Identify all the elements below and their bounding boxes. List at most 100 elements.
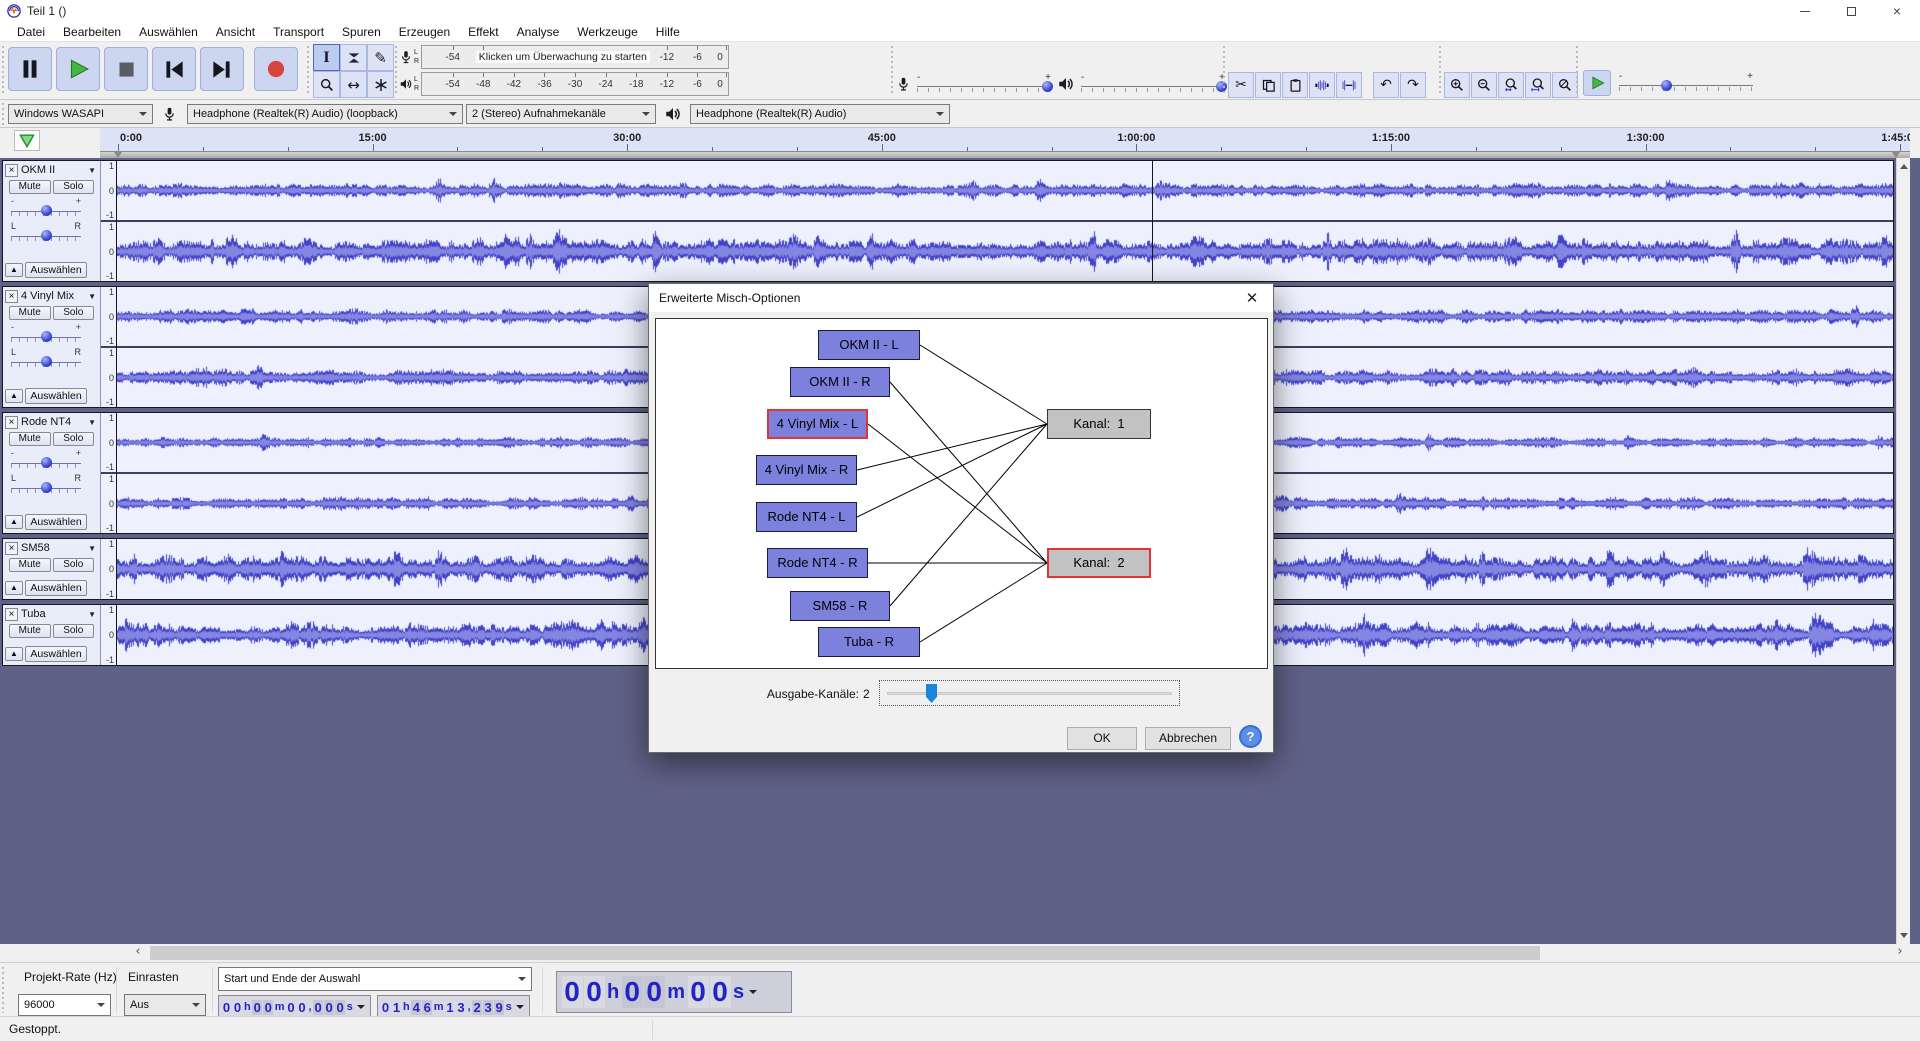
dialog-close-icon[interactable]: ✕ [1231, 289, 1273, 307]
timeline-ruler[interactable]: 0:0015:0030:0045:001:00:001:15:001:30:00… [100, 128, 1910, 151]
record-button[interactable] [254, 47, 298, 91]
playback-speed-thumb[interactable] [1661, 80, 1672, 91]
cancel-button[interactable]: Abbrechen [1145, 727, 1231, 750]
envelope-tool-button[interactable] [340, 44, 367, 71]
solo-button[interactable]: Solo [53, 306, 95, 320]
pan-slider[interactable]: LR [11, 221, 81, 245]
mix-output-kanal-2[interactable]: Kanal: 2 [1047, 548, 1151, 578]
maximize-button[interactable] [1828, 0, 1874, 22]
scroll-up-arrow[interactable] [1900, 164, 1908, 169]
mix-source-tuba-r[interactable]: Tuba - R [818, 627, 920, 657]
pause-button[interactable] [8, 47, 52, 91]
track-title[interactable]: OKM II [21, 164, 88, 176]
mix-source-rode-nt4-r[interactable]: Rode NT4 - R [767, 548, 868, 578]
menu-werkzeuge[interactable]: Werkzeuge [568, 23, 646, 41]
mixing-graph-canvas[interactable]: OKM II - LOKM II - R4 Vinyl Mix - L4 Vin… [655, 318, 1268, 669]
stop-button[interactable] [104, 47, 148, 91]
scroll-right-arrow[interactable]: › [1892, 944, 1908, 962]
audio-host-select[interactable]: Windows WASAPI [8, 104, 153, 124]
track-menu-icon[interactable]: ▼ [88, 544, 98, 553]
monitoring-hint[interactable]: Klicken um Überwachung zu starten [476, 51, 650, 63]
audio-position-field[interactable]: 00h00m00s [556, 971, 792, 1013]
copy-button[interactable] [1255, 72, 1281, 98]
chevron-down-icon[interactable] [357, 1005, 365, 1009]
track-title[interactable]: Rode NT4 [21, 416, 88, 428]
pan-slider-thumb[interactable] [41, 482, 52, 493]
recording-device-select[interactable]: Headphone (Realtek(R) Audio) (loopback) [187, 104, 463, 124]
track-title[interactable]: Tuba [21, 608, 88, 620]
toolbar-gripper[interactable] [890, 46, 895, 94]
select-track-button[interactable]: Auswählen [25, 262, 87, 278]
horizontal-scrollbar[interactable]: ‹ › [0, 944, 1920, 962]
gain-slider[interactable]: -+ [11, 448, 81, 472]
pan-slider-thumb[interactable] [41, 356, 52, 367]
undo-button[interactable]: ↶ [1373, 72, 1399, 98]
mute-button[interactable]: Mute [9, 432, 51, 446]
toolbar-gripper[interactable] [1, 103, 6, 125]
selection-tool-button[interactable]: I [313, 44, 340, 71]
collapse-track-button[interactable]: ▲ [5, 581, 23, 595]
select-track-button[interactable]: Auswählen [25, 388, 87, 404]
selection-mode-select[interactable]: Start und Ende der Auswahl [218, 967, 532, 991]
multi-tool-button[interactable] [367, 71, 394, 98]
snap-select[interactable]: Aus [124, 994, 206, 1016]
solo-button[interactable]: Solo [53, 432, 95, 446]
waveform-lane[interactable] [117, 161, 1893, 220]
recording-channels-select[interactable]: 2 (Stereo) Aufnahmekanäle [466, 104, 656, 124]
collapse-track-button[interactable]: ▲ [5, 389, 23, 403]
output-channels-slider-thumb[interactable] [926, 684, 937, 703]
gain-slider[interactable]: -+ [11, 322, 81, 346]
recording-volume-thumb[interactable] [1042, 81, 1053, 92]
gain-slider-thumb[interactable] [41, 457, 52, 468]
mute-button[interactable]: Mute [9, 306, 51, 320]
menu-effekt[interactable]: Effekt [459, 23, 507, 41]
pan-slider-thumb[interactable] [41, 230, 52, 241]
play-at-speed-button[interactable] [1583, 70, 1611, 96]
select-track-button[interactable]: Auswählen [25, 514, 87, 530]
dialog-title-bar[interactable]: Erweiterte Misch-Optionen ✕ [649, 284, 1273, 312]
ok-button[interactable]: OK [1067, 727, 1137, 750]
menu-hilfe[interactable]: Hilfe [647, 23, 689, 41]
mute-button[interactable]: Mute [9, 624, 51, 638]
collapse-track-button[interactable]: ▲ [5, 647, 23, 661]
timeline-options-button[interactable] [14, 130, 40, 151]
toolbar-gripper[interactable] [306, 46, 311, 94]
track-menu-icon[interactable]: ▼ [88, 292, 98, 301]
collapse-track-button[interactable]: ▲ [5, 515, 23, 529]
toolbar-gripper[interactable] [1575, 46, 1580, 94]
playback-device-select[interactable]: Headphone (Realtek(R) Audio) [690, 104, 950, 124]
loop-region-strip[interactable] [100, 151, 1910, 158]
timeshift-tool-button[interactable]: ↔ [340, 71, 367, 98]
playback-speed-slider[interactable]: -+ [1617, 71, 1755, 95]
cut-button[interactable]: ✂ [1228, 72, 1254, 98]
close-button[interactable]: × [1874, 0, 1920, 22]
mix-source-4-vinyl-mix-r[interactable]: 4 Vinyl Mix - R [756, 455, 857, 485]
mix-output-kanal-1[interactable]: Kanal: 1 [1047, 409, 1151, 439]
scroll-left-arrow[interactable]: ‹ [130, 944, 146, 962]
select-track-button[interactable]: Auswählen [25, 580, 87, 596]
select-track-button[interactable]: Auswählen [25, 646, 87, 662]
zoom-out-button[interactable] [1471, 72, 1497, 98]
solo-button[interactable]: Solo [53, 180, 95, 194]
track-close-button[interactable]: × [5, 416, 18, 429]
vertical-scrollbar[interactable] [1896, 158, 1910, 944]
help-button[interactable]: ? [1239, 725, 1262, 748]
play-button[interactable] [56, 47, 100, 91]
gain-slider[interactable]: -+ [11, 196, 81, 220]
minimize-button[interactable] [1782, 0, 1828, 22]
track-menu-icon[interactable]: ▼ [88, 166, 98, 175]
fit-project-button[interactable] [1525, 72, 1551, 98]
gain-slider-thumb[interactable] [41, 331, 52, 342]
menu-ansicht[interactable]: Ansicht [207, 23, 264, 41]
project-rate-select[interactable]: 96000 [18, 994, 111, 1016]
track-close-button[interactable]: × [5, 164, 18, 177]
mix-source-4-vinyl-mix-l[interactable]: 4 Vinyl Mix - L [767, 409, 868, 439]
gain-slider-thumb[interactable] [41, 205, 52, 216]
paste-button[interactable] [1282, 72, 1308, 98]
solo-button[interactable]: Solo [53, 624, 95, 638]
mix-source-rode-nt4-l[interactable]: Rode NT4 - L [756, 502, 857, 532]
menu-datei[interactable]: Datei [8, 23, 54, 41]
track-close-button[interactable]: × [5, 290, 18, 303]
track-title[interactable]: 4 Vinyl Mix [21, 290, 88, 302]
playback-meter[interactable]: LR -54-48-42-36-30-24-18-12-60 [399, 71, 729, 97]
